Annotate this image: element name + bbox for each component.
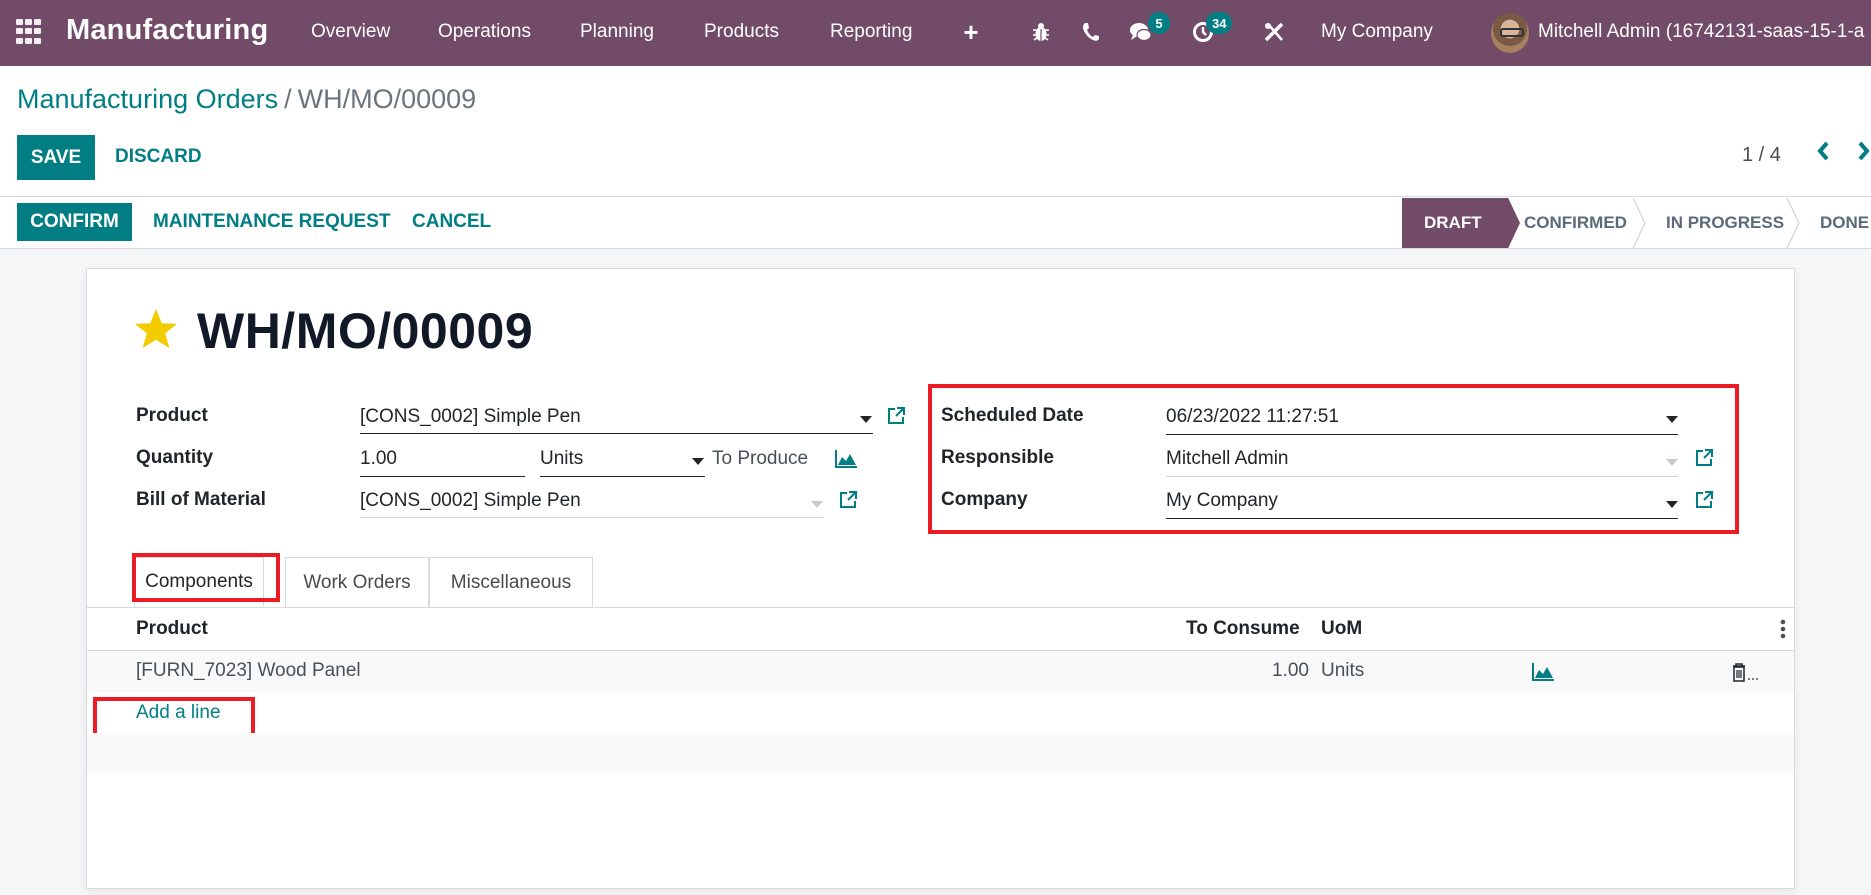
- bug-icon[interactable]: [1028, 18, 1054, 46]
- highlight-box: [93, 697, 255, 737]
- responsible-label: Responsible: [941, 447, 1054, 468]
- uom-field-underline: [540, 476, 705, 477]
- phone-icon[interactable]: [1077, 18, 1103, 46]
- chevron-left-icon: [1817, 141, 1829, 161]
- status-confirmed[interactable]: CONFIRMED: [1524, 198, 1627, 248]
- quantity-field-underline: [360, 476, 525, 477]
- pager-next-button[interactable]: [1856, 140, 1871, 169]
- bom-field[interactable]: [CONS_0002] Simple Pen: [360, 490, 581, 512]
- external-link-icon[interactable]: [886, 406, 906, 426]
- responsible-dropdown-caret-icon[interactable]: [1666, 459, 1678, 466]
- pager-previous-button[interactable]: [1815, 140, 1831, 169]
- tab-miscellaneous[interactable]: Miscellaneous: [429, 557, 593, 607]
- delete-trash-icon[interactable]: [1731, 662, 1759, 682]
- company-dropdown-caret-icon[interactable]: [1666, 501, 1678, 508]
- breadcrumb: Manufacturing Orders / WH/MO/00009: [17, 84, 476, 115]
- bom-label: Bill of Material: [136, 489, 266, 510]
- forecast-chart-icon[interactable]: [834, 449, 858, 469]
- user-menu[interactable]: Mitchell Admin (16742131-saas-15-1-a: [1538, 21, 1864, 43]
- status-separator: [1786, 198, 1800, 248]
- optional-columns-icon[interactable]: [1780, 619, 1786, 639]
- tabs-baseline: [86, 607, 1795, 608]
- messages-badge: 5: [1148, 12, 1170, 34]
- responsible-field[interactable]: Mitchell Admin: [1166, 448, 1289, 470]
- apps-menu-icon[interactable]: [16, 19, 42, 45]
- empty-row: [87, 733, 1794, 773]
- chevron-right-icon: [1858, 141, 1870, 161]
- external-link-icon[interactable]: [838, 490, 858, 510]
- company-label: Company: [941, 489, 1028, 510]
- divider: [0, 196, 1871, 197]
- row-product-cell[interactable]: [FURN_7023] Wood Panel: [136, 660, 361, 682]
- top-navbar: Manufacturing Overview Operations Planni…: [0, 0, 1871, 66]
- divider: [0, 248, 1871, 249]
- company-field-underline: [1166, 518, 1678, 519]
- date-dropdown-caret-icon[interactable]: [1666, 416, 1678, 423]
- to-produce-label: To Produce: [712, 448, 809, 469]
- menu-reporting[interactable]: Reporting: [830, 21, 912, 43]
- product-field[interactable]: [CONS_0002] Simple Pen: [360, 406, 581, 428]
- external-link-icon[interactable]: [1694, 490, 1714, 510]
- confirm-button[interactable]: CONFIRM: [17, 203, 132, 241]
- menu-operations[interactable]: Operations: [438, 21, 531, 43]
- scheduled-date-underline: [1166, 434, 1678, 435]
- breadcrumb-parent-link[interactable]: Manufacturing Orders: [17, 84, 278, 114]
- status-done[interactable]: DONE: [1820, 198, 1869, 248]
- pager-value: 1 / 4: [1742, 144, 1781, 166]
- user-avatar[interactable]: [1491, 13, 1529, 53]
- cancel-button[interactable]: CANCEL: [412, 211, 491, 233]
- status-in-progress[interactable]: IN PROGRESS: [1666, 198, 1784, 248]
- record-title: WH/MO/00009: [197, 303, 534, 359]
- uom-field[interactable]: Units: [540, 448, 583, 470]
- plus-icon[interactable]: +: [958, 17, 984, 47]
- menu-overview[interactable]: Overview: [311, 21, 390, 43]
- external-link-icon[interactable]: [1694, 448, 1714, 468]
- uom-dropdown-caret-icon[interactable]: [692, 458, 704, 465]
- quantity-label: Quantity: [136, 447, 214, 468]
- status-draft[interactable]: DRAFT: [1402, 198, 1520, 248]
- highlight-box: [132, 553, 280, 602]
- product-label: Product: [136, 405, 208, 426]
- column-header-uom[interactable]: UoM: [1321, 618, 1362, 640]
- row-uom-cell[interactable]: Units: [1321, 660, 1364, 682]
- scheduled-date-label: Scheduled Date: [941, 405, 1084, 426]
- bom-field-underline: [360, 517, 823, 518]
- bom-dropdown-caret-icon[interactable]: [811, 501, 823, 508]
- company-switcher[interactable]: My Company: [1321, 21, 1433, 43]
- discard-button[interactable]: DISCARD: [115, 146, 202, 168]
- row-to-consume-cell[interactable]: 1.00: [1272, 660, 1309, 682]
- column-header-to-consume[interactable]: To Consume: [1186, 618, 1300, 640]
- breadcrumb-separator: /: [284, 84, 292, 114]
- product-dropdown-caret-icon[interactable]: [860, 416, 872, 423]
- maintenance-request-button[interactable]: MAINTENANCE REQUEST: [153, 211, 391, 233]
- scheduled-date-field[interactable]: 06/23/2022 11:27:51: [1166, 406, 1339, 428]
- forecast-chart-icon[interactable]: [1531, 662, 1555, 682]
- menu-products[interactable]: Products: [704, 21, 779, 43]
- tools-icon[interactable]: [1261, 18, 1287, 46]
- tab-work-orders[interactable]: Work Orders: [285, 557, 429, 607]
- app-name[interactable]: Manufacturing: [66, 14, 268, 47]
- breadcrumb-current: WH/MO/00009: [297, 84, 477, 114]
- company-field[interactable]: My Company: [1166, 490, 1278, 512]
- responsible-field-underline: [1166, 476, 1678, 477]
- activities-badge: 34: [1206, 12, 1233, 34]
- quantity-field[interactable]: 1.00: [360, 448, 397, 470]
- menu-planning[interactable]: Planning: [580, 21, 654, 43]
- priority-star-icon[interactable]: [133, 306, 179, 352]
- status-separator: [1632, 198, 1646, 248]
- column-header-product[interactable]: Product: [136, 618, 208, 640]
- save-button[interactable]: SAVE: [17, 135, 95, 180]
- product-field-underline: [360, 433, 873, 434]
